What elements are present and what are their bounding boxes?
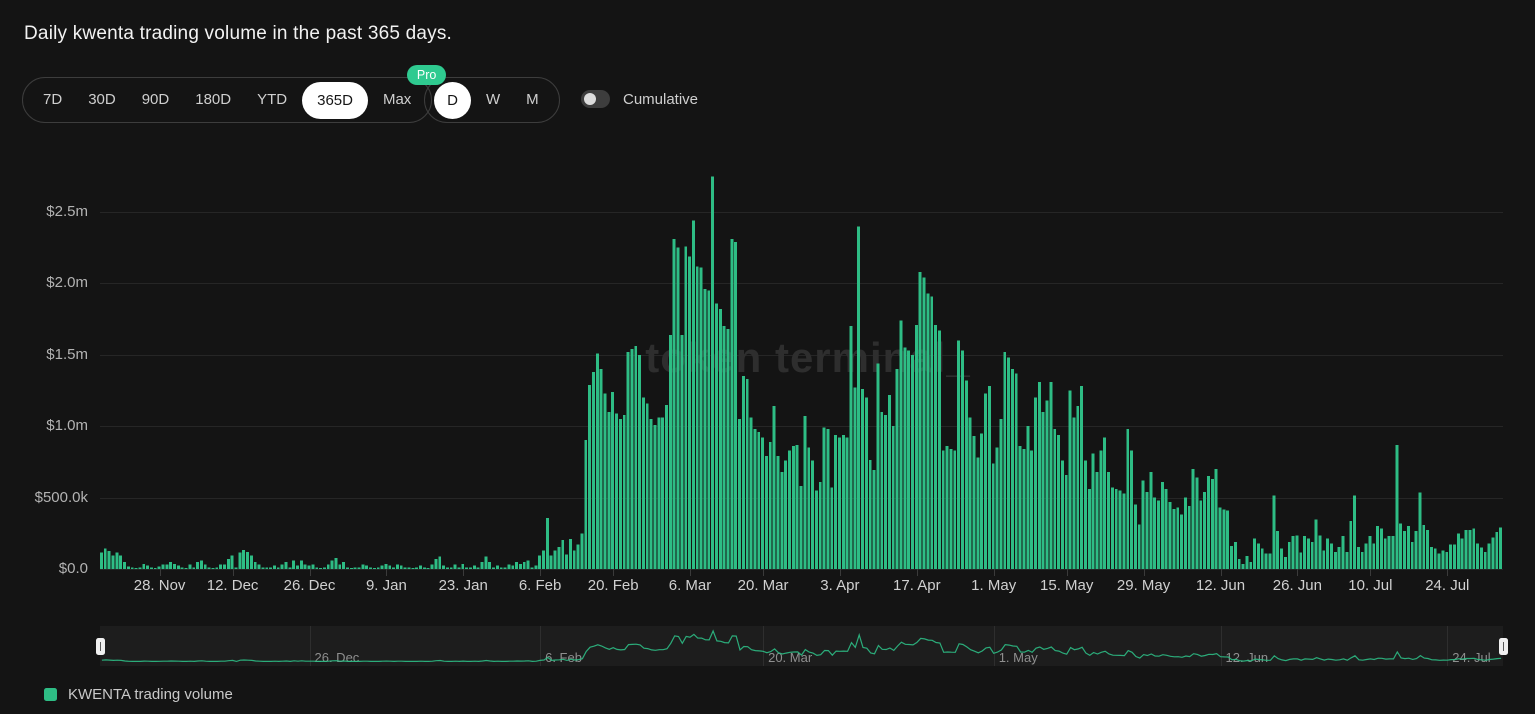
x-axis-tick (1221, 569, 1222, 576)
legend-color-swatch (44, 688, 57, 701)
x-axis-tick-label: 23. Jan (439, 577, 488, 594)
volume-bars-plot[interactable] (0, 0, 1535, 714)
x-axis-tick-label: 1. May (971, 577, 1016, 594)
x-axis-tick-label: 10. Jul (1348, 577, 1392, 594)
chart-legend: KWENTA trading volume (44, 686, 233, 703)
x-axis-tick (233, 569, 234, 576)
range-navigator[interactable]: 26. Dec6. Feb20. Mar1. May12. Jun24. Jul (100, 626, 1503, 666)
x-axis-tick-label: 26. Dec (284, 577, 336, 594)
x-axis-tick-label: 6. Mar (669, 577, 712, 594)
x-axis-tick-label: 12. Jun (1196, 577, 1245, 594)
navigator-line-chart (100, 626, 1503, 666)
pro-badge: Pro (407, 65, 446, 85)
trading-volume-chart-page: Daily kwenta trading volume in the past … (0, 0, 1535, 714)
x-axis-tick (1370, 569, 1371, 576)
x-axis-tick-label: 20. Feb (588, 577, 639, 594)
handle-grip-icon (100, 642, 101, 651)
x-axis-tick (463, 569, 464, 576)
x-axis-tick (160, 569, 161, 576)
x-axis-tick (917, 569, 918, 576)
x-axis-tick-label: 26. Jun (1273, 577, 1322, 594)
navigator-right-handle[interactable] (1499, 638, 1508, 655)
x-axis-tick (994, 569, 995, 576)
x-axis-tick (840, 569, 841, 576)
x-axis-tick (1297, 569, 1298, 576)
x-axis-tick (613, 569, 614, 576)
x-axis-tick-label: 20. Mar (738, 577, 789, 594)
x-axis-tick-label: 3. Apr (820, 577, 859, 594)
x-axis-tick-label: 12. Dec (207, 577, 259, 594)
x-axis-tick-label: 29. May (1117, 577, 1170, 594)
legend-label: KWENTA trading volume (68, 686, 233, 703)
x-axis-tick (763, 569, 764, 576)
x-axis-tick (540, 569, 541, 576)
x-axis-tick (386, 569, 387, 576)
x-axis-tick-label: 9. Jan (366, 577, 407, 594)
x-axis-tick-label: 28. Nov (134, 577, 186, 594)
x-axis-tick (310, 569, 311, 576)
x-axis-tick-label: 17. Apr (893, 577, 941, 594)
x-axis-tick-label: 15. May (1040, 577, 1093, 594)
x-axis-tick-label: 24. Jul (1425, 577, 1469, 594)
x-axis-tick (690, 569, 691, 576)
x-axis-tick-label: 6. Feb (519, 577, 562, 594)
x-axis-tick (1447, 569, 1448, 576)
navigator-left-handle[interactable] (96, 638, 105, 655)
x-axis-tick (1067, 569, 1068, 576)
x-axis-tick (1144, 569, 1145, 576)
handle-grip-icon (1503, 642, 1504, 651)
